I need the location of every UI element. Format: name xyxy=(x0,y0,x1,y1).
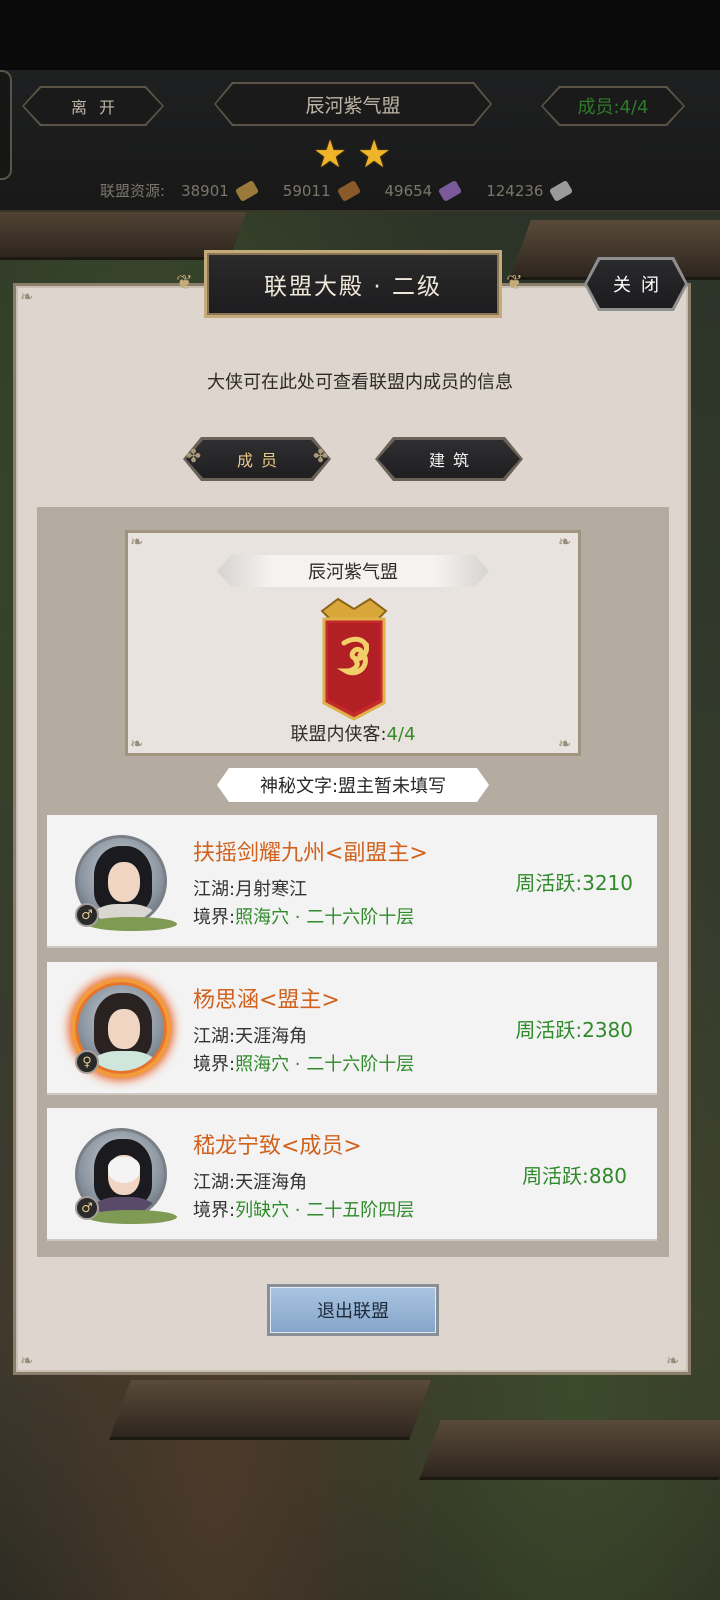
alliance-motto: 神秘文字:盟主暂未填写 xyxy=(217,768,489,802)
member-name: 嵇龙宁致<成员> xyxy=(193,1134,362,1159)
flourish-icon: ❦ xyxy=(176,270,193,294)
member-count-value: 4/4 xyxy=(386,724,416,745)
corner-ornament-icon: ❧ xyxy=(20,287,34,306)
quit-alliance-button[interactable]: 退出联盟 xyxy=(267,1284,439,1336)
alliance-resources: 联盟资源: 38901 59011 49654 124236 xyxy=(100,179,660,202)
member-realm: 境界:列缺穴 · 二十五阶四层 xyxy=(193,1200,415,1221)
resources-label: 联盟资源: xyxy=(100,182,166,200)
star-icon: ★ xyxy=(313,132,348,176)
resource-item: 124236 xyxy=(486,179,574,202)
close-button[interactable]: 关闭 xyxy=(584,257,688,311)
tab-buildings-label: 建筑 xyxy=(378,440,520,478)
members-count-label: 成员:4/4 xyxy=(577,97,649,118)
alliance-stars: ★ ★ xyxy=(313,135,391,173)
corner-ornament-icon: ❧ xyxy=(20,1351,34,1370)
member-card[interactable]: ♂ 嵇龙宁致<成员> 江湖:天涯海角 境界:列缺穴 · 二十五阶四层 周活跃:8… xyxy=(47,1108,657,1241)
leave-label: 离开 xyxy=(70,98,127,117)
member-jianghu: 江湖:月射寒江 xyxy=(193,879,308,900)
bronze-icon xyxy=(336,179,361,202)
status-bar xyxy=(0,0,720,70)
alliance-member-count: 联盟内侠客:4/4 xyxy=(290,724,416,745)
wood-icon xyxy=(234,179,259,202)
member-card[interactable]: ♂ 扶摇剑耀九州<副盟主> 江湖:月射寒江 境界:照海穴 · 二十六阶十层 周活… xyxy=(47,815,657,948)
panel-title: 联盟大殿 · 二级 xyxy=(207,253,499,315)
member-name: 杨思涵<盟主> xyxy=(193,988,340,1013)
resource-item: 38901 xyxy=(181,179,259,202)
flourish-icon: ❦ xyxy=(506,270,523,294)
member-weekly-activity: 周活跃:3210 xyxy=(515,871,633,895)
tab-members[interactable]: 成员 xyxy=(183,437,331,481)
alliance-title: 辰河紫气盟 xyxy=(305,94,401,117)
roof-decoration xyxy=(109,1380,431,1440)
tab-buildings[interactable]: 建筑 xyxy=(375,437,523,481)
tab-ornament-icon: ✤ xyxy=(186,446,202,467)
resource-item: 59011 xyxy=(283,179,361,202)
quit-alliance-label: 退出联盟 xyxy=(270,1287,436,1333)
tab-ornament-icon: ✤ xyxy=(313,446,329,467)
member-jianghu: 江湖:天涯海角 xyxy=(193,1026,308,1047)
corner-ornament-icon: ❧ xyxy=(130,532,144,551)
close-label: 关闭 xyxy=(587,260,685,308)
member-realm: 境界:照海穴 · 二十六阶十层 xyxy=(193,907,415,928)
silver-icon xyxy=(549,179,574,202)
star-icon: ★ xyxy=(357,132,392,176)
resource-item: 49654 xyxy=(385,179,463,202)
member-name: 扶摇剑耀九州<副盟主> xyxy=(193,841,428,866)
crystal-icon xyxy=(438,179,463,202)
member-card[interactable]: ♀ 杨思涵<盟主> 江湖:天涯海角 境界:照海穴 · 二十六阶十层 周活跃:23… xyxy=(47,962,657,1095)
alliance-title-plate: 辰河紫气盟 xyxy=(214,82,492,126)
panel-title-plate: 联盟大殿 · 二级 xyxy=(204,250,502,318)
roof-decoration xyxy=(419,1420,720,1480)
corner-ornament-icon: ❧ xyxy=(666,1351,680,1370)
member-realm: 境界:照海穴 · 二十六阶十层 xyxy=(193,1054,415,1075)
corner-ornament-icon: ❧ xyxy=(558,532,572,551)
female-icon: ♀ xyxy=(75,1050,99,1074)
tab-members-label: 成员 xyxy=(186,440,328,478)
side-handle[interactable] xyxy=(0,70,12,180)
male-icon: ♂ xyxy=(75,903,99,927)
male-icon: ♂ xyxy=(75,1196,99,1220)
panel-description: 大侠可在此处可查看联盟内成员的信息 xyxy=(207,372,513,393)
dragon-banner-icon xyxy=(320,597,388,721)
member-jianghu: 江湖:天涯海角 xyxy=(193,1172,308,1193)
leave-button[interactable]: 离开 xyxy=(22,86,164,126)
members-indicator[interactable]: 成员:4/4 xyxy=(541,86,685,126)
member-weekly-activity: 周活跃:2380 xyxy=(515,1018,633,1042)
member-weekly-activity: 周活跃:880 xyxy=(522,1164,627,1188)
alliance-name: 辰河紫气盟 xyxy=(217,555,489,587)
